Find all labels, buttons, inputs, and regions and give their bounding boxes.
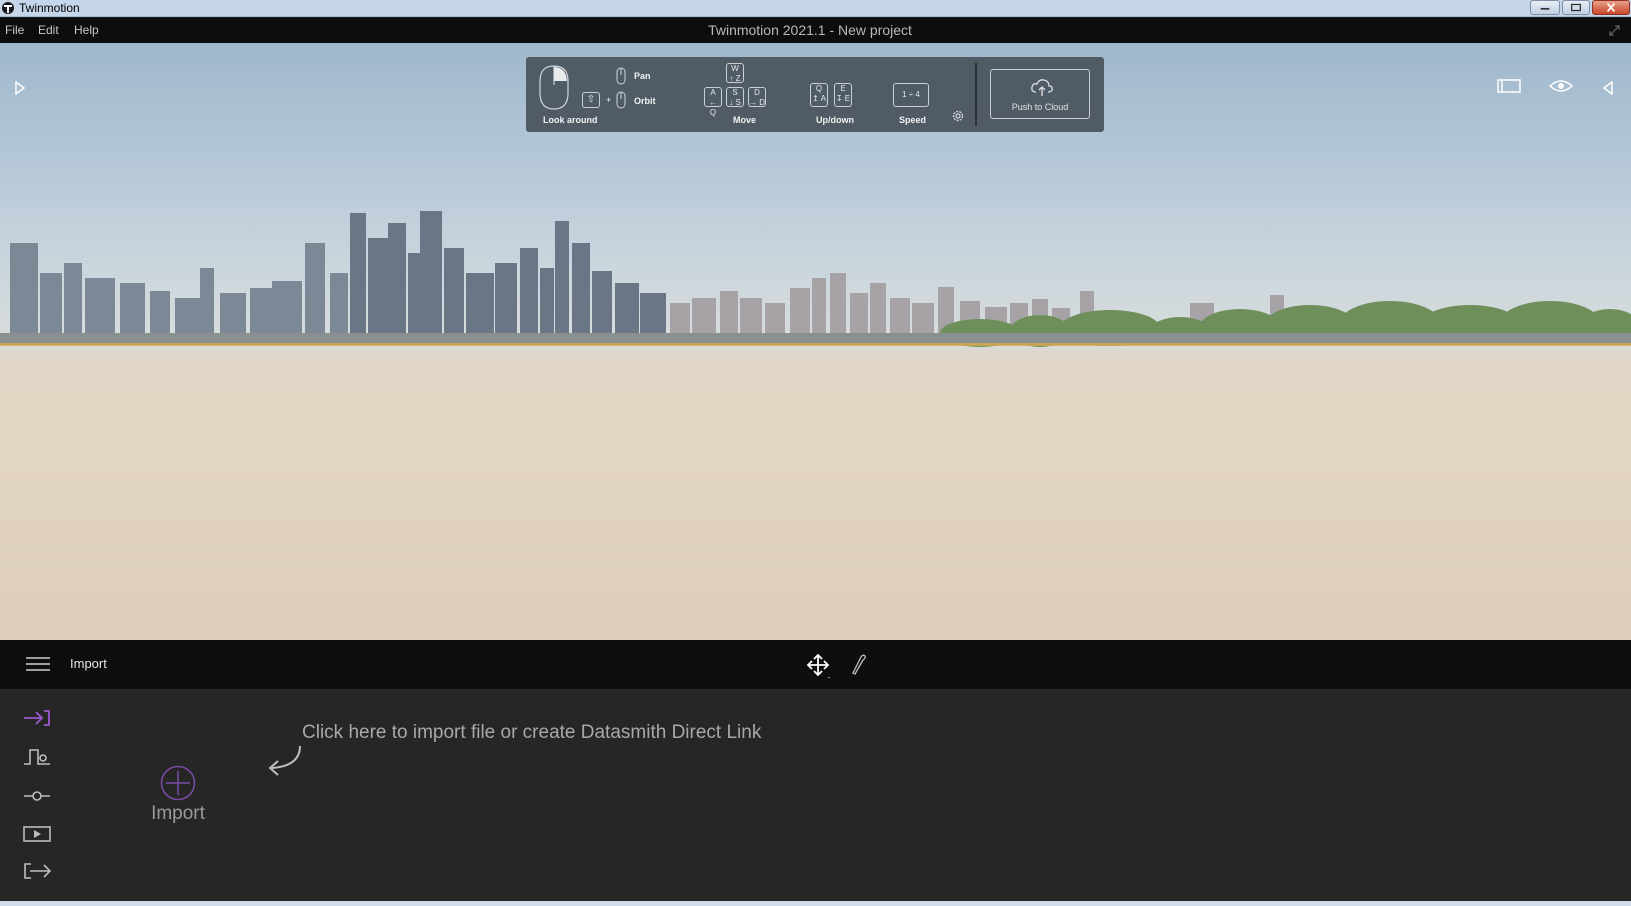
bottom-panel: Click here to import file or create Data… [0, 689, 1631, 901]
push-to-cloud-button[interactable]: Push to Cloud [990, 69, 1090, 119]
import-nav-icon[interactable] [22, 707, 52, 729]
panel-divider [975, 63, 977, 126]
export-nav-icon[interactable] [22, 860, 52, 882]
mouse-small-icon [616, 67, 626, 85]
push-to-cloud-label: Push to Cloud [1011, 102, 1069, 112]
mouse-icon [539, 65, 569, 110]
expand-left-panel-icon[interactable] [14, 81, 26, 95]
maximize-button[interactable] [1562, 0, 1590, 15]
speed-keys: 1 ÷ 4 [893, 83, 929, 107]
minimize-icon [1540, 7, 1550, 10]
key-d: D → D [748, 87, 766, 107]
speed-label: Speed [899, 115, 927, 125]
viewport-layout-icon[interactable] [1497, 78, 1521, 94]
section-title: Import [70, 656, 107, 671]
project-title: Twinmotion 2021.1 - New project [708, 22, 912, 38]
orbit-label: Orbit [634, 96, 656, 106]
mouse-small-icon [616, 91, 626, 109]
key-a: A ← Q [704, 87, 722, 117]
twinmotion-logo-icon [2, 2, 14, 14]
move-label: Move [733, 115, 757, 125]
settings-nav-icon[interactable] [22, 785, 52, 807]
bottom-toolbar: Import [0, 640, 1631, 689]
shift-key: ⇧ [582, 92, 600, 108]
import-hint-text: Click here to import file or create Data… [302, 722, 762, 743]
look-around-label: Look around [543, 115, 598, 125]
context-nav-icon[interactable] [22, 746, 52, 768]
hint-arrow-icon [268, 745, 301, 776]
city-skyline-image [0, 211, 1631, 347]
plus-sign: + [606, 95, 612, 105]
hamburger-menu-icon[interactable] [26, 657, 50, 671]
media-nav-icon[interactable] [22, 823, 52, 845]
updown-label: Up/down [816, 115, 854, 125]
expand-right-panel-icon[interactable] [1602, 81, 1614, 95]
os-titlebar: Twinmotion [0, 0, 1631, 17]
key-q: Q ↥ A [810, 83, 828, 107]
minimize-button[interactable] [1530, 0, 1560, 15]
menu-bar: File Edit Help Twinmotion 2021.1 - New p… [0, 18, 1631, 43]
import-button-label[interactable]: Import [140, 803, 216, 825]
fullscreen-icon[interactable] [1608, 24, 1621, 37]
key-e: E ↧ E [834, 83, 852, 107]
settings-gear-icon[interactable] [951, 109, 965, 123]
pan-label: Pan [634, 71, 651, 81]
close-icon [1606, 3, 1616, 12]
window-bottom-border [0, 901, 1631, 906]
navigation-help-panel: Look around Pan ⇧ + Orbit W ↑ Z A ← Q S ↓ S… [526, 57, 1104, 132]
viewport[interactable]: Look around Pan ⇧ + Orbit W ↑ Z A ← Q S ↓ S… [0, 43, 1631, 640]
key-s: S ↓ S [726, 87, 744, 107]
close-button[interactable] [1592, 0, 1630, 15]
app-name: Twinmotion [19, 1, 80, 15]
move-gizmo-icon[interactable] [806, 653, 832, 679]
visibility-eye-icon[interactable] [1549, 78, 1573, 94]
horizon-line [0, 343, 1631, 346]
pipette-icon[interactable] [850, 653, 866, 675]
import-add-icon[interactable] [160, 765, 196, 801]
restore-icon [1571, 3, 1581, 12]
key-w: W ↑ Z [726, 63, 744, 83]
cloud-upload-icon [1031, 79, 1053, 96]
